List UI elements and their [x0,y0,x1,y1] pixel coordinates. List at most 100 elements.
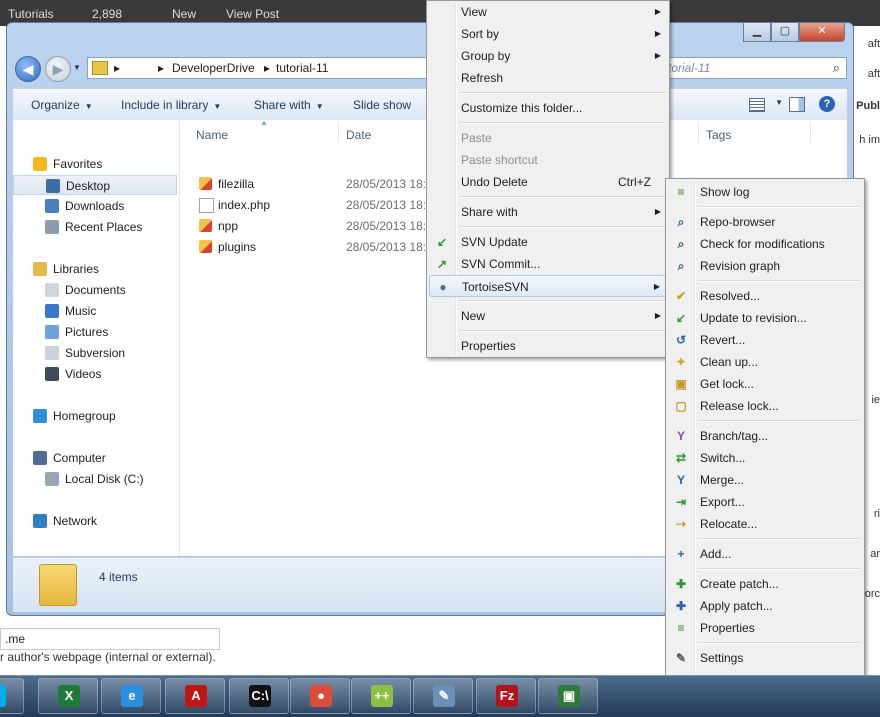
menu-item-view[interactable]: View ▶ [429,1,667,23]
menu-item-release-lock[interactable]: ▢ Release lock... [668,395,862,417]
menu-item-show-log[interactable]: ≡ Show log [668,181,862,203]
sidebar-item-downloads[interactable]: Downloads [13,196,177,216]
share-with-button[interactable]: Share with ▼ [254,98,324,112]
column-separator[interactable] [810,122,811,142]
menu-item-label: View [461,5,487,19]
search-icon[interactable]: ⌕ [833,60,840,76]
menu-item-get-lock[interactable]: ▣ Get lock... [668,373,862,395]
taskbar-chrome[interactable]: ● [290,678,350,714]
taskbar-command-prompt[interactable]: C:\ [229,678,289,714]
menu-item-add[interactable]: + Add... [668,543,862,565]
menu-item-switch[interactable]: ⇄ Switch... [668,447,862,469]
check-modifications-icon: ⌕ [677,237,685,251]
menu-item-properties[interactable]: Properties [429,335,667,357]
menu-separator [698,420,860,422]
sidebar-item-videos[interactable]: Videos [13,364,177,384]
close-button[interactable]: ✕ [799,23,845,42]
menu-item-revision-graph[interactable]: ⌕ Revision graph [668,255,862,277]
menu-item-share-with[interactable]: Share with ▶ [429,201,667,223]
menu-item-group-by[interactable]: Group by ▶ [429,45,667,67]
bg-fragment: aft [867,38,880,50]
maximize-button[interactable]: ▢ [771,23,799,42]
taskbar-remote-desktop[interactable]: ▣ [538,678,598,714]
file-name: plugins [218,240,257,254]
menu-item-clean-up[interactable]: ✦ Clean up... [668,351,862,373]
change-view-icon[interactable] [749,98,765,112]
menu-item-relocate[interactable]: ⇢ Relocate... [668,513,862,535]
menu-item-label: Settings [700,651,744,665]
top-bar-tutorials[interactable]: Tutorials [8,7,54,21]
caret-down-icon: ▼ [315,102,324,111]
menu-item-merge[interactable]: Y Merge... [668,469,862,491]
sidebar-item-local-disk-c[interactable]: Local Disk (C:) [13,469,177,489]
taskbar-paint[interactable]: ✎ [413,678,473,714]
menu-item-branch-tag[interactable]: Y Branch/tag... [668,425,862,447]
menu-item-refresh[interactable]: Refresh [429,67,667,89]
menu-item-update-to-revision[interactable]: ↙ Update to revision... [668,307,862,329]
breadcrumb-developerdrive[interactable]: DeveloperDrive [172,61,255,75]
column-separator[interactable] [338,122,339,142]
taskbar-internet-explorer[interactable]: e [101,678,161,714]
menu-item-export[interactable]: ⇥ Export... [668,491,862,513]
taskbar-skype[interactable]: S [0,678,24,714]
sidebar-item-favorites[interactable]: Favorites [13,154,177,174]
recent-pages-icon[interactable]: ▼ [73,63,81,72]
menu-item-paste[interactable]: Paste [429,127,667,149]
help-icon[interactable]: ? [819,96,835,112]
chevron-right-icon[interactable]: ▸ [114,61,120,75]
menu-item-resolved[interactable]: ✔ Resolved... [668,285,862,307]
sidebar-item-computer[interactable]: Computer [13,448,177,468]
command-prompt-icon: C:\ [249,685,271,707]
menu-item-paste-shortcut[interactable]: Paste shortcut [429,149,667,171]
column-separator[interactable] [698,122,699,142]
organize-button[interactable]: Organize ▼ [31,98,93,112]
menu-item-svn-commit[interactable]: ↗ SVN Commit... [429,253,667,275]
menu-item-customize-this-folder[interactable]: Customize this folder... [429,97,667,119]
sidebar-item-network[interactable]: Network [13,511,177,531]
menu-item-tortoisesvn[interactable]: ● TortoiseSVN ▶ [429,275,667,297]
sidebar-item-pictures[interactable]: Pictures [13,322,177,342]
sidebar-item-documents[interactable]: Documents [13,280,177,300]
column-date[interactable]: Date [346,128,371,142]
taskbar-acrobat[interactable]: A [165,678,225,714]
forward-button[interactable]: ▶ [45,56,71,82]
taskbar-excel[interactable]: X [38,678,98,714]
top-bar-comments[interactable]: 2,898 [92,7,122,21]
sidebar-item-homegroup[interactable]: Homegroup [13,406,177,426]
menu-item-new[interactable]: New ▶ [429,305,667,327]
top-bar-view-post[interactable]: View Post [226,7,279,21]
menu-item-create-patch[interactable]: ✚ Create patch... [668,573,862,595]
menu-item-repo-browser[interactable]: ⌕ Repo-browser [668,211,862,233]
column-name[interactable]: Name [196,128,228,142]
taskbar-filezilla[interactable]: Fz [476,678,536,714]
preview-pane-icon[interactable] [789,97,805,112]
slide-show-button[interactable]: Slide show [353,98,411,112]
column-tags[interactable]: Tags [706,128,731,142]
menu-item-svn-update[interactable]: ↙ SVN Update [429,231,667,253]
taskbar-notepad-plus-plus[interactable]: ++ [351,678,411,714]
breadcrumb-tutorial-11[interactable]: tutorial-11 [276,61,328,75]
minimize-button[interactable]: ▁ [743,23,771,42]
webpage-field[interactable]: .me [0,628,220,650]
menu-item-settings[interactable]: ✎ Settings [668,647,862,669]
include-in-library-button[interactable]: Include in library ▼ [121,98,221,112]
top-bar-new[interactable]: New [172,7,196,21]
paint-icon: ✎ [433,685,455,707]
menu-item-revert[interactable]: ↺ Revert... [668,329,862,351]
sidebar-item-recent-places[interactable]: Recent Places [13,217,177,237]
menu-item-check-for-modifications[interactable]: ⌕ Check for modifications [668,233,862,255]
sidebar-item-music[interactable]: Music [13,301,177,321]
menu-item-sort-by[interactable]: Sort by ▶ [429,23,667,45]
sidebar-item-libraries[interactable]: Libraries [13,259,177,279]
chevron-right-icon[interactable]: ▸ [158,61,164,75]
back-button[interactable]: ◀ [15,56,41,82]
sidebar-item-subversion[interactable]: Subversion [13,343,177,363]
sidebar-item-desktop[interactable]: Desktop [13,175,177,195]
merge-icon: Y [676,473,685,487]
menu-item-undo-delete[interactable]: Undo Delete Ctrl+Z [429,171,667,193]
chevron-right-icon[interactable]: ▸ [264,61,270,75]
menu-item-apply-patch[interactable]: ✚ Apply patch... [668,595,862,617]
caret-down-icon[interactable]: ▼ [775,98,783,107]
add-icon: + [677,547,685,561]
menu-item-properties[interactable]: ≡ Properties [668,617,862,639]
